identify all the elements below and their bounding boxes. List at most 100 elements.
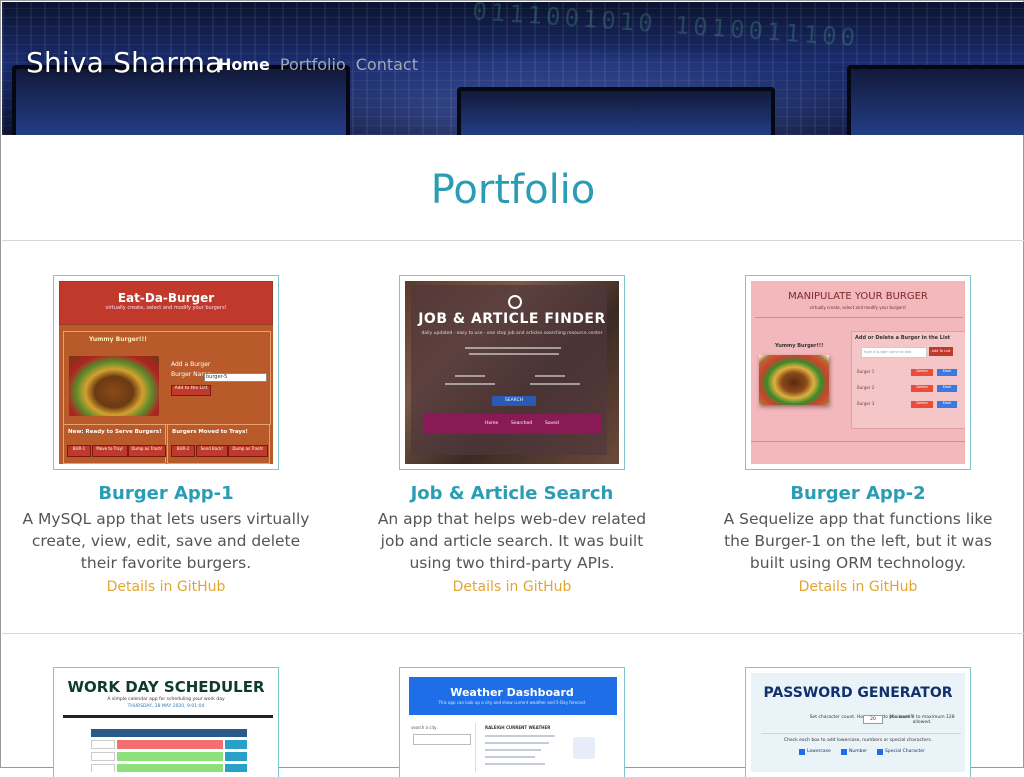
thumb-heading: WORK DAY SCHEDULER (67, 678, 265, 696)
thumb-tab-home: Home (485, 421, 499, 426)
job-article-screenshot: JOB & ARTICLE FINDER daily updated · eas… (405, 281, 619, 464)
checkbox-icon (799, 749, 805, 755)
thumb-input: burger-5 (204, 373, 267, 382)
thumb-delete-button: Delete (911, 385, 933, 392)
weather-dashboard-screenshot: Weather Dashboard This app can look up a… (405, 673, 619, 772)
project-thumbnail[interactable]: Eat-Da-Burger virtually create, select a… (53, 275, 279, 470)
thumb-panel (851, 331, 965, 429)
thumb-current-label: RALEIGH CURRENT WEATHER (485, 725, 551, 730)
project-card-burger-app-1: Eat-Da-Burger virtually create, select a… (1, 275, 331, 595)
checkbox-icon (877, 749, 883, 755)
divider (2, 633, 1024, 634)
nav-home[interactable]: Home (218, 55, 270, 74)
thumb-text-line (485, 763, 545, 765)
project-title[interactable]: Burger App-1 (1, 483, 331, 504)
thumb-heading: PASSWORD GENERATOR (763, 685, 953, 701)
thumb-mark-button: Mark (937, 385, 957, 392)
password-generator-screenshot: PASSWORD GENERATOR Set character count. … (751, 673, 965, 772)
thumb-weather-lines: RALEIGH CURRENT WEATHER (485, 725, 565, 770)
burger-app-2-screenshot: MANIPULATE YOUR BURGER virtually create,… (751, 281, 965, 464)
thumb-current-slot (117, 752, 223, 761)
thumb-tab-bar: Home Searched Saved (423, 414, 601, 434)
thumb-hour-cell (91, 764, 115, 772)
thumb-text-line (455, 375, 485, 377)
project-card-password-generator: PASSWORD GENERATOR Set character count. … (693, 667, 1023, 777)
thumb-table-header (91, 729, 247, 737)
thumb-divider (63, 715, 273, 718)
monitor-right (847, 65, 1024, 135)
thumb-column-left: New: Ready to Serve Burgers! BUR-1 Move … (63, 424, 166, 464)
thumb-option-special: Special Character (885, 749, 925, 754)
weather-cloud-icon (573, 737, 595, 759)
thumb-text-line (530, 383, 580, 385)
project-thumbnail[interactable]: JOB & ARTICLE FINDER daily updated · eas… (399, 275, 625, 470)
thumb-item: Burger 3 (857, 401, 875, 406)
thumb-item: Burger 2 (857, 385, 875, 390)
thumb-date: THURSDAY, 28 MAY 2020, 9:01:04 (127, 704, 205, 709)
thumb-option-lower: Lowercase (807, 749, 831, 754)
refresh-icon (508, 295, 522, 309)
thumb-text-line (465, 347, 561, 349)
thumb-subheading: virtually create, select and modify your… (105, 305, 227, 311)
thumb-item: Burger 1 (857, 369, 875, 374)
thumb-chip: BUR-1 (67, 445, 91, 457)
thumb-tab-searched: Searched (511, 421, 533, 426)
project-thumbnail[interactable]: WORK DAY SCHEDULER A simple calendar app… (53, 667, 279, 777)
thumb-mark-button: Mark (937, 369, 957, 376)
thumb-text-line (485, 756, 535, 758)
project-card-weather-dashboard: Weather Dashboard This app can look up a… (347, 667, 677, 777)
thumb-chip: Dump as Trash! (228, 445, 268, 457)
project-thumbnail[interactable]: Weather Dashboard This app can look up a… (399, 667, 625, 777)
thumb-hour-cell (91, 740, 115, 749)
thumb-yummy-label: Yummy Burger!!! (775, 343, 824, 349)
thumb-heading: Eat-Da-Burger (117, 291, 215, 305)
project-description: A MySQL app that lets users virtually cr… (22, 510, 310, 572)
thumb-add-button: Add to the List (171, 385, 211, 396)
main-nav: Home Portfolio Contact (218, 55, 428, 74)
github-link[interactable]: Details in GitHub (453, 579, 572, 595)
thumb-column-right: Burgers Moved to Trays! BUR-2 Send Back!… (167, 424, 270, 464)
thumb-delete-button: Delete (911, 401, 933, 408)
burger-app-1-screenshot: Eat-Da-Burger virtually create, select a… (59, 281, 273, 464)
thumb-sidebar: search a city (411, 723, 476, 772)
project-card-work-day-scheduler: WORK DAY SCHEDULER A simple calendar app… (1, 667, 331, 777)
burger-image (759, 355, 829, 405)
monitor-center (457, 87, 775, 135)
thumb-past-slot (117, 740, 223, 749)
thumb-search-button: SEARCH (492, 396, 536, 406)
thumb-hour-cell (91, 752, 115, 761)
project-thumbnail[interactable]: MANIPULATE YOUR BURGER virtually create,… (745, 275, 971, 470)
thumb-input: type a burger name to add (861, 347, 927, 358)
project-description: A Sequelize app that functions like the … (723, 510, 993, 572)
project-title[interactable]: Burger App-2 (693, 483, 1023, 504)
github-link[interactable]: Details in GitHub (107, 579, 226, 595)
thumb-yummy-label: Yummy Burger!!! (89, 336, 148, 343)
nav-contact[interactable]: Contact (356, 55, 418, 74)
divider (2, 240, 1024, 241)
thumb-add-button: Add To List (929, 347, 953, 356)
thumb-check-note: Check each box to add lowercase, numbers… (783, 738, 933, 743)
github-link[interactable]: Details in GitHub (799, 579, 918, 595)
project-thumbnail[interactable]: PASSWORD GENERATOR Set character count. … (745, 667, 971, 777)
thumb-text-line (485, 735, 555, 737)
project-title[interactable]: Job & Article Search (347, 483, 677, 504)
nav-portfolio[interactable]: Portfolio (280, 55, 346, 74)
thumb-text-line (485, 742, 549, 744)
thumb-chip: BUR-2 (171, 445, 195, 457)
site-brand[interactable]: Shiva Sharma (26, 46, 222, 79)
thumb-option-number: Number (849, 749, 868, 754)
thumb-chip: Send Back! (196, 445, 228, 457)
thumb-heading: MANIPULATE YOUR BURGER (788, 291, 928, 302)
thumb-subheading: daily updated · easy to use · one stop j… (421, 331, 603, 336)
thumb-heading: JOB & ARTICLE FINDER (418, 311, 606, 327)
thumb-mark-button: Mark (937, 401, 957, 408)
thumb-text-line (535, 375, 565, 377)
thumb-add-label: Add a Burger (171, 361, 211, 368)
thumb-save-button (225, 740, 247, 749)
thumb-count-input: 20 (863, 715, 883, 724)
page-title: Portfolio (430, 167, 596, 213)
burger-image (69, 356, 159, 416)
thumb-subheading: This app can look up a city and show cur… (438, 700, 586, 705)
thumb-subheading: A simple calendar app for scheduling you… (107, 697, 225, 702)
thumb-delete-button: Delete (911, 369, 933, 376)
